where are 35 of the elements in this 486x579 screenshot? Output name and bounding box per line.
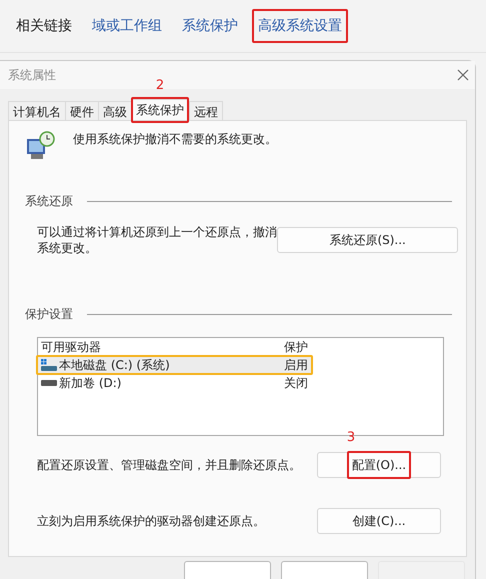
- protection-status: 关闭: [283, 374, 309, 392]
- column-header[interactable]: 保护: [281, 338, 443, 356]
- drive-icon: [41, 359, 57, 371]
- settings-link[interactable]: 系统保护: [182, 17, 238, 35]
- drive-name: 本地磁盘 (C:) (系统): [59, 356, 170, 374]
- column-header[interactable]: 可用驱动器: [38, 338, 281, 356]
- group-heading: 保护设置: [25, 306, 73, 323]
- configure-button[interactable]: 配置(O)...: [317, 452, 441, 478]
- drive-icon: [41, 380, 57, 386]
- restore-description: 可以通过将计算机还原到上一个还原点，撤消系统更改。: [37, 224, 278, 256]
- protection-status: 启用: [283, 356, 309, 374]
- drive-row[interactable]: 本地磁盘 (C:) (系统) 启用: [38, 356, 311, 374]
- intro-text: 使用系统保护撤消不需要的系统更改。: [73, 131, 277, 147]
- action-description: 配置还原设置、管理磁盘空间，并且删除还原点。: [37, 457, 301, 473]
- create-button[interactable]: 创建(C)...: [317, 508, 441, 534]
- close-icon[interactable]: [457, 69, 469, 81]
- group-heading: 系统还原: [25, 193, 73, 210]
- dialog-button[interactable]: [281, 561, 368, 579]
- highlight-frame: [131, 97, 189, 123]
- settings-link[interactable]: 高级系统设置: [258, 17, 342, 35]
- step-number: 2: [156, 78, 164, 93]
- computer-restore-icon: [25, 131, 57, 161]
- drive-row[interactable]: 新加卷 (D:) 关闭: [38, 374, 443, 392]
- window-title: 系统属性: [8, 66, 56, 84]
- tab[interactable]: 计算机名: [8, 101, 66, 120]
- dialog-button[interactable]: [184, 561, 271, 579]
- tab[interactable]: 远程: [189, 101, 223, 120]
- tab[interactable]: 硬件: [65, 101, 99, 120]
- settings-link[interactable]: 域或工作组: [92, 17, 162, 35]
- related-links-label: 相关链接: [16, 17, 72, 35]
- tab[interactable]: 高级: [98, 101, 132, 120]
- action-description: 立刻为启用系统保护的驱动器创建还原点。: [37, 513, 265, 529]
- system-restore-button[interactable]: 系统还原(S)...: [277, 227, 458, 253]
- step-number: 3: [346, 430, 356, 445]
- drive-name: 新加卷 (D:): [59, 374, 122, 392]
